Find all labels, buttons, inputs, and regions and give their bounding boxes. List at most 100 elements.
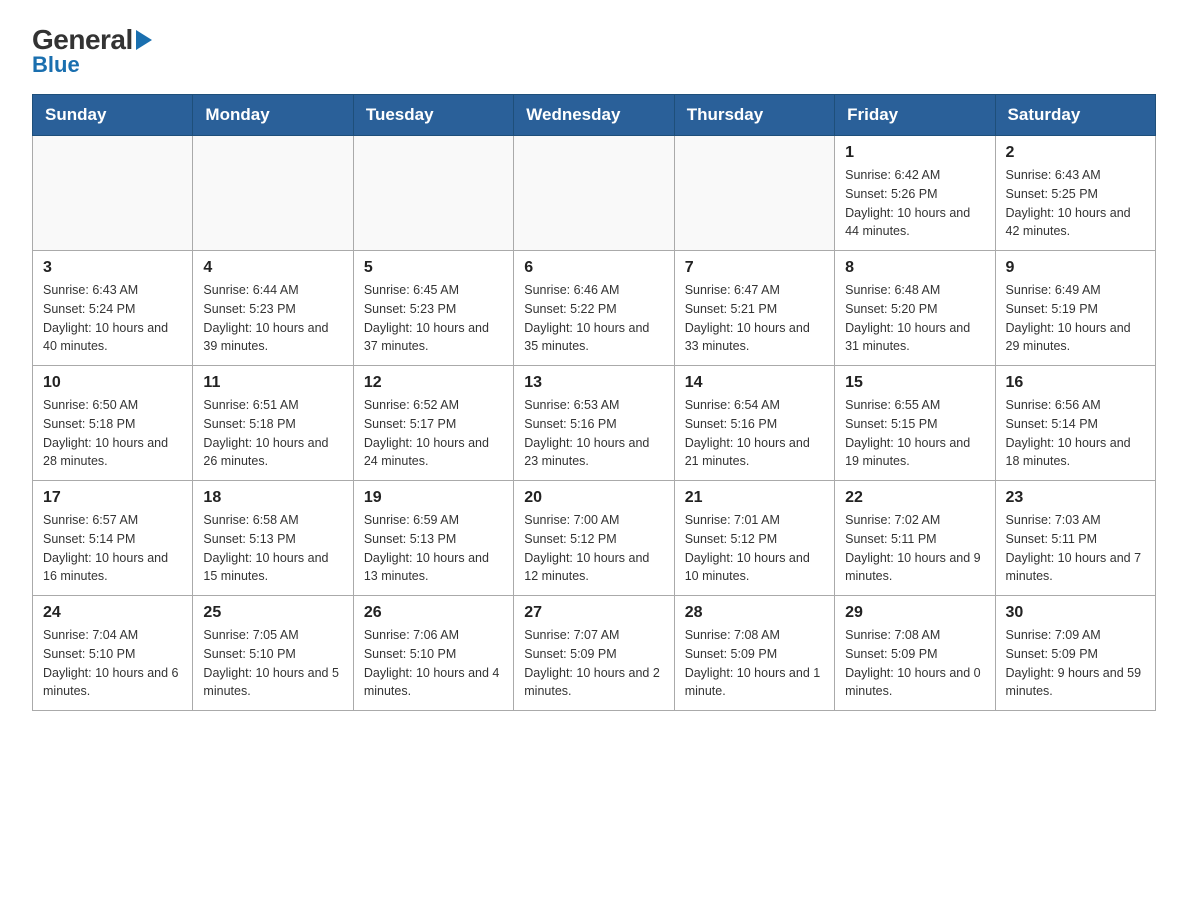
calendar-cell: 21 Sunrise: 7:01 AMSunset: 5:12 PMDayligh…	[674, 481, 834, 596]
day-number: 30	[1006, 604, 1145, 622]
calendar-table: SundayMondayTuesdayWednesdayThursdayFrid…	[32, 94, 1156, 711]
day-info: Sunrise: 6:48 AMSunset: 5:20 PMDaylight:…	[845, 281, 984, 356]
calendar-cell: 14 Sunrise: 6:54 AMSunset: 5:16 PMDayligh…	[674, 366, 834, 481]
day-number: 6	[524, 259, 663, 277]
day-info: Sunrise: 7:02 AMSunset: 5:11 PMDaylight:…	[845, 511, 984, 586]
day-number: 3	[43, 259, 182, 277]
calendar-cell: 4 Sunrise: 6:44 AMSunset: 5:23 PMDaylight…	[193, 251, 353, 366]
day-info: Sunrise: 6:56 AMSunset: 5:14 PMDaylight:…	[1006, 396, 1145, 471]
calendar-cell: 28 Sunrise: 7:08 AMSunset: 5:09 PMDayligh…	[674, 596, 834, 711]
column-header-tuesday: Tuesday	[353, 95, 513, 136]
week-row-5: 24 Sunrise: 7:04 AMSunset: 5:10 PMDayligh…	[33, 596, 1156, 711]
day-number: 28	[685, 604, 824, 622]
day-number: 12	[364, 374, 503, 392]
day-number: 9	[1006, 259, 1145, 277]
calendar-cell	[674, 136, 834, 251]
day-number: 5	[364, 259, 503, 277]
day-number: 29	[845, 604, 984, 622]
day-number: 14	[685, 374, 824, 392]
calendar-cell: 6Sunrise: 6:46 AMSunset: 5:22 PMDaylight…	[514, 251, 674, 366]
day-info: Sunrise: 7:01 AMSunset: 5:12 PMDaylight:…	[685, 511, 824, 586]
logo-triangle-icon	[136, 30, 152, 50]
calendar-cell: 29 Sunrise: 7:08 AMSunset: 5:09 PMDayligh…	[835, 596, 995, 711]
day-info: Sunrise: 6:43 AMSunset: 5:24 PMDaylight:…	[43, 281, 182, 356]
day-number: 22	[845, 489, 984, 507]
calendar-cell: 9 Sunrise: 6:49 AMSunset: 5:19 PMDaylight…	[995, 251, 1155, 366]
day-number: 25	[203, 604, 342, 622]
calendar-cell: 3 Sunrise: 6:43 AMSunset: 5:24 PMDaylight…	[33, 251, 193, 366]
calendar-cell: 5 Sunrise: 6:45 AMSunset: 5:23 PMDaylight…	[353, 251, 513, 366]
calendar-cell: 11 Sunrise: 6:51 AMSunset: 5:18 PMDayligh…	[193, 366, 353, 481]
day-info: Sunrise: 7:08 AMSunset: 5:09 PMDaylight:…	[685, 626, 824, 701]
day-info: Sunrise: 6:55 AMSunset: 5:15 PMDaylight:…	[845, 396, 984, 471]
calendar-cell: 2Sunrise: 6:43 AMSunset: 5:25 PMDaylight…	[995, 136, 1155, 251]
calendar-cell: 25 Sunrise: 7:05 AMSunset: 5:10 PMDayligh…	[193, 596, 353, 711]
column-header-sunday: Sunday	[33, 95, 193, 136]
week-row-2: 3 Sunrise: 6:43 AMSunset: 5:24 PMDaylight…	[33, 251, 1156, 366]
day-info: Sunrise: 7:05 AMSunset: 5:10 PMDaylight:…	[203, 626, 342, 701]
day-info: Sunrise: 7:09 AMSunset: 5:09 PMDaylight:…	[1006, 626, 1145, 701]
calendar-cell: 24 Sunrise: 7:04 AMSunset: 5:10 PMDayligh…	[33, 596, 193, 711]
day-number: 24	[43, 604, 182, 622]
calendar-cell: 22 Sunrise: 7:02 AMSunset: 5:11 PMDayligh…	[835, 481, 995, 596]
calendar-cell	[193, 136, 353, 251]
calendar-cell: 20 Sunrise: 7:00 AMSunset: 5:12 PMDayligh…	[514, 481, 674, 596]
column-header-thursday: Thursday	[674, 95, 834, 136]
day-info: Sunrise: 7:03 AMSunset: 5:11 PMDaylight:…	[1006, 511, 1145, 586]
calendar-cell: 16 Sunrise: 6:56 AMSunset: 5:14 PMDayligh…	[995, 366, 1155, 481]
calendar-cell: 17Sunrise: 6:57 AMSunset: 5:14 PMDayligh…	[33, 481, 193, 596]
calendar-cell: 8Sunrise: 6:48 AMSunset: 5:20 PMDaylight…	[835, 251, 995, 366]
week-row-4: 17Sunrise: 6:57 AMSunset: 5:14 PMDayligh…	[33, 481, 1156, 596]
day-number: 23	[1006, 489, 1145, 507]
day-info: Sunrise: 6:43 AMSunset: 5:25 PMDaylight:…	[1006, 166, 1145, 241]
day-info: Sunrise: 6:45 AMSunset: 5:23 PMDaylight:…	[364, 281, 503, 356]
day-info: Sunrise: 6:51 AMSunset: 5:18 PMDaylight:…	[203, 396, 342, 471]
day-number: 18	[203, 489, 342, 507]
calendar-cell: 23 Sunrise: 7:03 AMSunset: 5:11 PMDayligh…	[995, 481, 1155, 596]
day-info: Sunrise: 7:04 AMSunset: 5:10 PMDaylight:…	[43, 626, 182, 701]
day-info: Sunrise: 7:06 AMSunset: 5:10 PMDaylight:…	[364, 626, 503, 701]
day-info: Sunrise: 6:57 AMSunset: 5:14 PMDaylight:…	[43, 511, 182, 586]
calendar-cell: 26 Sunrise: 7:06 AMSunset: 5:10 PMDayligh…	[353, 596, 513, 711]
day-info: Sunrise: 6:53 AMSunset: 5:16 PMDaylight:…	[524, 396, 663, 471]
day-number: 10	[43, 374, 182, 392]
day-number: 27	[524, 604, 663, 622]
page-header: General Blue	[32, 24, 1156, 78]
column-header-monday: Monday	[193, 95, 353, 136]
day-number: 11	[203, 374, 342, 392]
column-header-wednesday: Wednesday	[514, 95, 674, 136]
week-row-1: 1 Sunrise: 6:42 AMSunset: 5:26 PMDaylight…	[33, 136, 1156, 251]
day-number: 19	[364, 489, 503, 507]
day-info: Sunrise: 6:59 AMSunset: 5:13 PMDaylight:…	[364, 511, 503, 586]
day-number: 21	[685, 489, 824, 507]
calendar-cell	[514, 136, 674, 251]
calendar-cell: 15 Sunrise: 6:55 AMSunset: 5:15 PMDayligh…	[835, 366, 995, 481]
day-number: 1	[845, 144, 984, 162]
day-info: Sunrise: 6:49 AMSunset: 5:19 PMDaylight:…	[1006, 281, 1145, 356]
day-number: 7	[685, 259, 824, 277]
logo: General Blue	[32, 24, 152, 78]
calendar-cell: 30 Sunrise: 7:09 AMSunset: 5:09 PMDayligh…	[995, 596, 1155, 711]
calendar-cell	[353, 136, 513, 251]
column-header-friday: Friday	[835, 95, 995, 136]
day-number: 16	[1006, 374, 1145, 392]
day-info: Sunrise: 6:52 AMSunset: 5:17 PMDaylight:…	[364, 396, 503, 471]
day-info: Sunrise: 6:58 AMSunset: 5:13 PMDaylight:…	[203, 511, 342, 586]
day-number: 20	[524, 489, 663, 507]
day-number: 26	[364, 604, 503, 622]
day-info: Sunrise: 6:44 AMSunset: 5:23 PMDaylight:…	[203, 281, 342, 356]
day-info: Sunrise: 7:00 AMSunset: 5:12 PMDaylight:…	[524, 511, 663, 586]
calendar-cell: 12 Sunrise: 6:52 AMSunset: 5:17 PMDayligh…	[353, 366, 513, 481]
calendar-cell	[33, 136, 193, 251]
calendar-cell: 27 Sunrise: 7:07 AMSunset: 5:09 PMDayligh…	[514, 596, 674, 711]
calendar-cell: 13Sunrise: 6:53 AMSunset: 5:16 PMDayligh…	[514, 366, 674, 481]
day-info: Sunrise: 7:08 AMSunset: 5:09 PMDaylight:…	[845, 626, 984, 701]
calendar-cell: 19 Sunrise: 6:59 AMSunset: 5:13 PMDayligh…	[353, 481, 513, 596]
day-info: Sunrise: 6:54 AMSunset: 5:16 PMDaylight:…	[685, 396, 824, 471]
day-info: Sunrise: 7:07 AMSunset: 5:09 PMDaylight:…	[524, 626, 663, 701]
calendar-cell: 7Sunrise: 6:47 AMSunset: 5:21 PMDaylight…	[674, 251, 834, 366]
day-number: 15	[845, 374, 984, 392]
day-info: Sunrise: 6:42 AMSunset: 5:26 PMDaylight:…	[845, 166, 984, 241]
day-number: 4	[203, 259, 342, 277]
column-header-saturday: Saturday	[995, 95, 1155, 136]
